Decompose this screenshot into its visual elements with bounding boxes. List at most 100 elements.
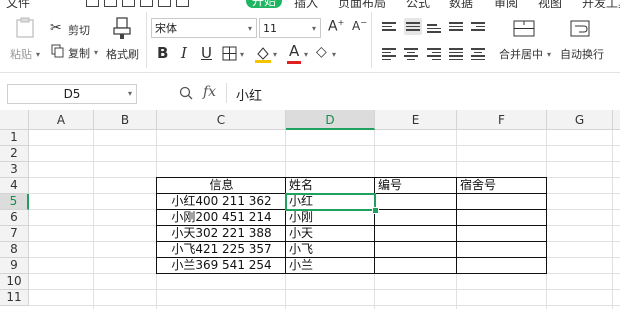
copy-button[interactable]: 复制 ▾ <box>50 43 100 61</box>
borders-icon[interactable] <box>222 46 238 62</box>
function-icon[interactable]: fx <box>203 84 216 100</box>
header-cell-name[interactable]: 姓名 <box>289 178 375 194</box>
italic-icon[interactable]: I <box>181 44 187 62</box>
column-header-c[interactable]: C <box>157 110 286 130</box>
format-painter-button[interactable]: 格式刷 <box>104 14 140 66</box>
wrap-text-icon <box>570 20 590 37</box>
row-header-11[interactable]: 11 <box>0 290 29 306</box>
column-header-h[interactable] <box>613 110 620 130</box>
tab-insert[interactable]: 插入 <box>294 0 318 8</box>
paste-button[interactable]: 粘贴 ▾ <box>8 14 42 66</box>
wrap-text-button[interactable]: 自动换行 <box>560 16 620 68</box>
align-center-icon[interactable] <box>404 46 418 62</box>
font-size-value: 11 <box>263 22 277 35</box>
tab-review[interactable]: 审阅 <box>494 0 518 8</box>
row-header-3[interactable]: 3 <box>0 162 29 178</box>
save-icon[interactable] <box>86 0 99 7</box>
justify-icon[interactable] <box>449 20 463 33</box>
tab-data[interactable]: 数据 <box>449 0 473 8</box>
name-box[interactable]: D5 ▾ <box>7 84 137 104</box>
row-header-9[interactable]: 9 <box>0 258 29 274</box>
font-color-icon[interactable]: A <box>289 42 299 60</box>
row-header-8[interactable]: 8 <box>0 242 29 258</box>
export-icon[interactable] <box>140 0 153 7</box>
header-cell-number[interactable]: 编号 <box>378 178 457 194</box>
fill-handle[interactable] <box>372 207 379 214</box>
row-header-5[interactable]: 5 <box>0 194 29 210</box>
table-cell-info[interactable]: 小兰369 541 254 <box>157 258 286 274</box>
indent-icon[interactable] <box>471 20 485 33</box>
chevron-down-icon[interactable]: ▾ <box>304 50 308 59</box>
align-left-icon[interactable] <box>382 46 396 62</box>
row-header-7[interactable]: 7 <box>0 226 29 242</box>
tab-page-layout[interactable]: 页面布局 <box>338 0 386 8</box>
font-name-select[interactable]: 宋体 ▾ <box>151 18 257 38</box>
header-cell-info[interactable]: 信息 <box>157 178 286 194</box>
chevron-down-icon: ▾ <box>311 24 316 33</box>
chevron-down-icon[interactable]: ▾ <box>240 50 244 59</box>
table-cell-name[interactable]: 小刚 <box>289 210 375 226</box>
cut-button[interactable]: ✂ 剪切 <box>50 20 96 38</box>
name-box-value: D5 <box>63 87 81 101</box>
underline-icon[interactable]: U <box>201 44 212 62</box>
increase-font-icon[interactable]: A+ <box>328 18 344 35</box>
table-cell-name[interactable]: 小飞 <box>289 242 375 258</box>
ribbon: 粘贴 ▾ ✂ 剪切 复制 ▾ 格式刷 宋体 ▾ 11 ▾ A+ A− B I U <box>0 8 620 73</box>
decrease-font-icon[interactable]: A− <box>352 18 367 33</box>
header-cell-dorm[interactable]: 宿舍号 <box>460 178 547 194</box>
column-header-a[interactable]: A <box>29 110 94 130</box>
menu-file[interactable]: 文件 <box>6 0 30 8</box>
align-top-icon[interactable] <box>382 20 396 33</box>
brush-icon <box>113 17 131 39</box>
distributed-icon[interactable] <box>449 46 463 62</box>
preview-icon[interactable] <box>122 0 135 7</box>
table-cell-name[interactable]: 小天 <box>289 226 375 242</box>
bold-icon[interactable]: B <box>157 44 168 62</box>
merge-center-button[interactable]: 合并居中 ▾ <box>496 16 554 68</box>
zoom-icon[interactable] <box>179 86 193 100</box>
active-cell-selection[interactable] <box>285 193 376 211</box>
column-header-f[interactable]: F <box>457 110 547 130</box>
divider <box>226 83 227 103</box>
formula-bar: D5 ▾ fx 小红 <box>0 80 620 106</box>
table-cell-info[interactable]: 小红400 211 362 <box>157 194 286 210</box>
fill-color-icon[interactable] <box>254 45 272 63</box>
distributed-indent-icon[interactable] <box>471 46 485 62</box>
chevron-down-icon[interactable]: ▾ <box>36 50 40 59</box>
row-header-10[interactable]: 10 <box>0 274 29 290</box>
table-cell-name[interactable]: 小兰 <box>289 258 375 274</box>
divider <box>146 12 147 68</box>
row-header-2[interactable]: 2 <box>0 146 29 162</box>
column-header-g[interactable]: G <box>547 110 613 130</box>
font-size-select[interactable]: 11 ▾ <box>259 18 321 38</box>
select-all-corner[interactable] <box>0 110 29 130</box>
chevron-down-icon[interactable]: ▾ <box>273 50 277 59</box>
clear-format-icon[interactable]: ◇ <box>316 44 327 60</box>
row-header-6[interactable]: 6 <box>0 210 29 226</box>
undo-icon[interactable] <box>158 0 171 7</box>
chevron-down-icon[interactable]: ▾ <box>94 48 98 57</box>
align-right-icon[interactable] <box>427 46 441 62</box>
table-cell-info[interactable]: 小天302 221 388 <box>157 226 286 242</box>
column-header-b[interactable]: B <box>94 110 157 130</box>
redo-icon[interactable] <box>176 0 189 7</box>
chevron-down-icon[interactable]: ▾ <box>332 50 336 59</box>
merge-center-label: 合并居中 <box>499 48 543 61</box>
chevron-down-icon[interactable]: ▾ <box>547 50 551 59</box>
align-middle-icon[interactable] <box>404 18 422 35</box>
tab-developer[interactable]: 开发工具 <box>582 0 620 8</box>
formula-input[interactable]: 小红 <box>236 85 262 104</box>
tab-formula[interactable]: 公式 <box>406 0 430 8</box>
row-header-4[interactable]: 4 <box>0 178 29 194</box>
tab-home[interactable]: 开始 <box>246 0 283 8</box>
copy-label: 复制 <box>68 47 90 60</box>
print-icon[interactable] <box>104 0 117 7</box>
tab-view[interactable]: 视图 <box>538 0 562 8</box>
font-name-value: 宋体 <box>155 22 177 35</box>
column-header-d[interactable]: D <box>286 110 375 130</box>
column-header-e[interactable]: E <box>375 110 457 130</box>
table-cell-info[interactable]: 小飞421 225 357 <box>157 242 286 258</box>
align-bottom-icon[interactable] <box>427 22 441 35</box>
row-header-1[interactable]: 1 <box>0 130 29 146</box>
table-cell-info[interactable]: 小刚200 451 214 <box>157 210 286 226</box>
